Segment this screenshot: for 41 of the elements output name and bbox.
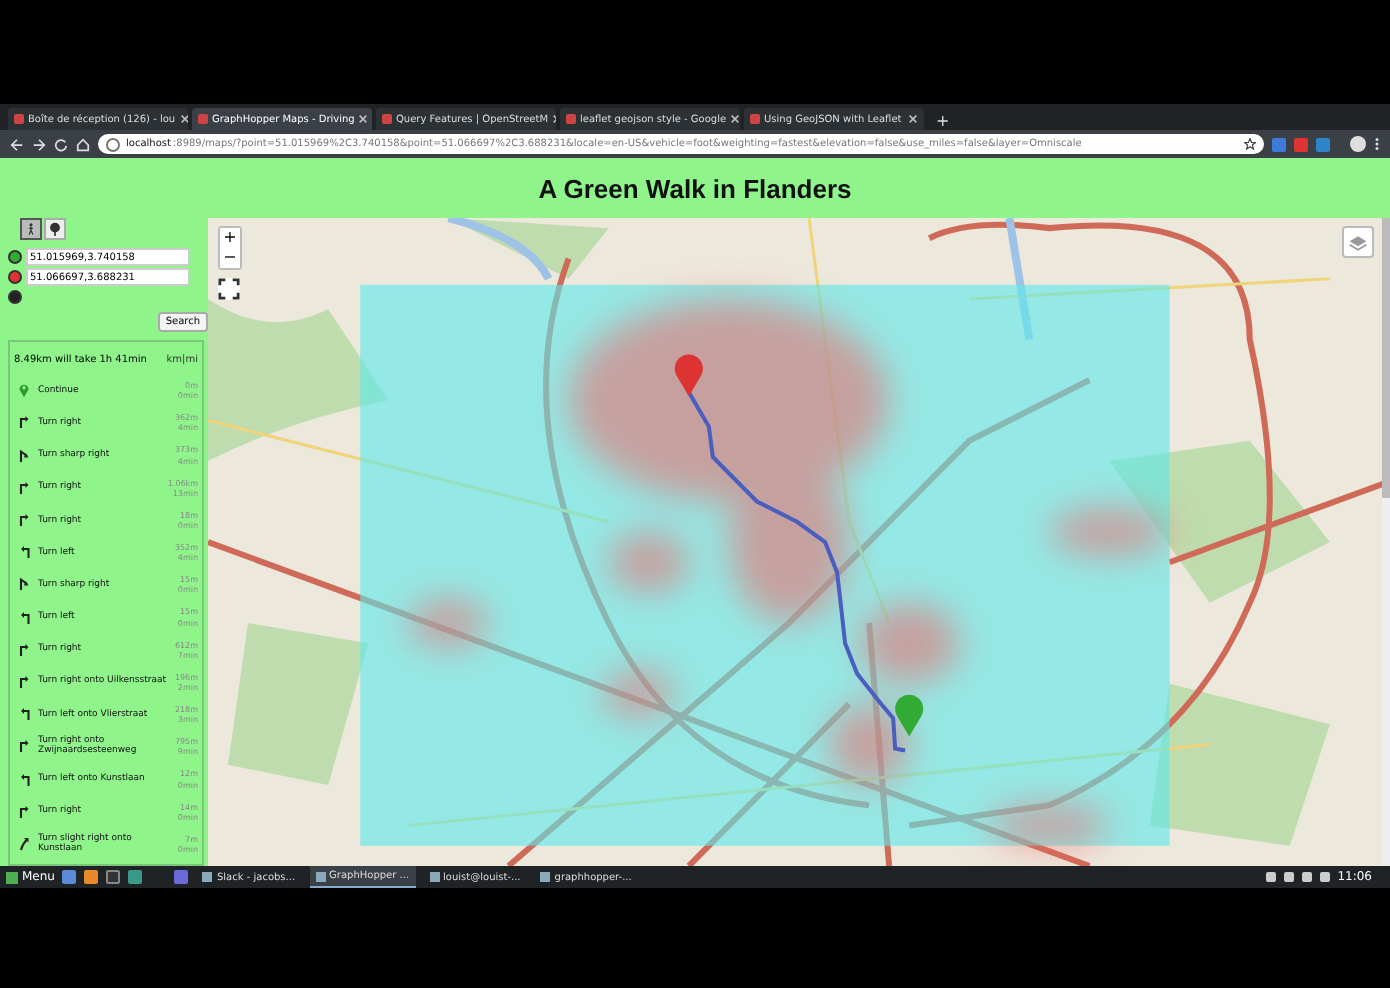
start-marker-icon[interactable]	[674, 354, 703, 397]
tab-favicon-icon	[14, 114, 24, 124]
layers-button[interactable]	[1342, 226, 1374, 258]
tree-button[interactable]	[44, 218, 66, 240]
page-title: A Green Walk in Flanders	[536, 171, 854, 207]
turn-right-icon	[18, 576, 30, 593]
zoom-in-button[interactable]: +	[220, 228, 240, 248]
home-icon[interactable]	[76, 137, 90, 151]
tab-favicon-icon	[198, 114, 208, 124]
close-icon[interactable]	[358, 114, 369, 124]
info-icon[interactable]	[106, 137, 120, 151]
scrollbar-thumb[interactable]	[1382, 218, 1390, 498]
turn-right-icon	[18, 738, 30, 755]
tree-icon	[48, 222, 62, 236]
app-launcher-icon[interactable]	[174, 870, 189, 884]
walker-button[interactable]	[20, 218, 42, 240]
avatar-icon[interactable]	[1350, 136, 1366, 152]
turn-left-icon	[18, 771, 30, 788]
end-point-icon	[8, 270, 22, 285]
end-marker-icon[interactable]	[895, 694, 924, 737]
new-tab-button[interactable]: +	[928, 112, 958, 130]
tab-favicon-icon	[566, 114, 576, 124]
start-point-icon	[8, 250, 22, 265]
forward-icon[interactable]	[32, 137, 46, 151]
walker-icon	[26, 222, 36, 236]
tab-favicon-icon	[750, 114, 760, 124]
via-point-icon	[8, 289, 22, 304]
close-icon[interactable]	[730, 114, 740, 124]
back-icon[interactable]	[10, 137, 24, 151]
reload-icon[interactable]	[54, 137, 68, 151]
close-icon[interactable]	[908, 114, 918, 124]
turn-left-icon	[18, 706, 30, 723]
turn-left-icon	[18, 609, 30, 626]
tab-favicon-icon	[382, 114, 392, 124]
map-pin-icon	[18, 382, 30, 399]
turn-left-icon	[18, 544, 30, 561]
layers-icon	[1348, 233, 1368, 251]
menu-icon[interactable]	[1374, 136, 1380, 152]
close-icon[interactable]	[179, 114, 188, 124]
star-icon[interactable]	[1244, 138, 1256, 150]
fullscreen-icon[interactable]	[218, 278, 240, 300]
